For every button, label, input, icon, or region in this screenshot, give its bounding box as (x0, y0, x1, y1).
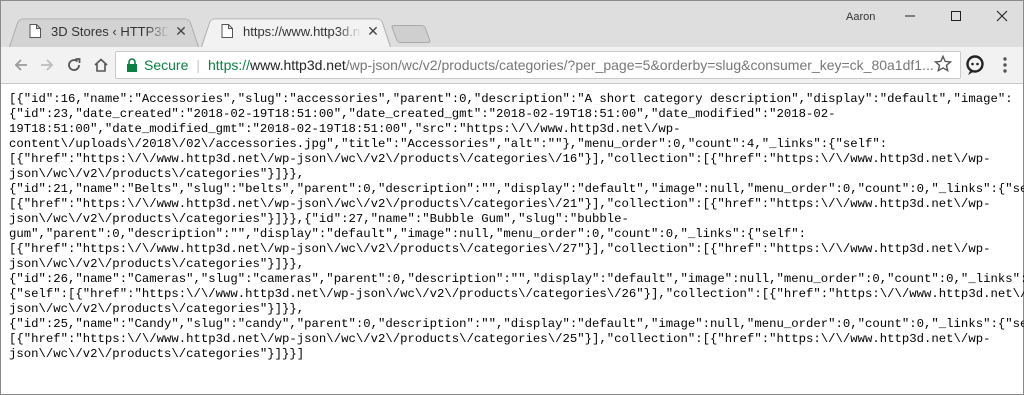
tab-json[interactable]: https://www.http3d.net/w ✕ (201, 15, 391, 47)
divider: | (196, 57, 200, 73)
close-window-button[interactable] (979, 5, 1024, 27)
json-line: [{"href":"https:\/\/www.http3d.net\/wp-j… (9, 242, 991, 256)
json-line: [{"id":16,"name":"Accessories","slug":"a… (9, 92, 1013, 106)
json-response: [{"id":16,"name":"Accessories","slug":"a… (1, 84, 1024, 362)
tab-title: 3D Stores ‹ HTTP3D Inc. – (51, 23, 169, 39)
page-icon (29, 24, 41, 38)
reload-icon (68, 58, 81, 71)
json-line: json\/wc\/v2\/products\/categories"}]}}, (9, 302, 305, 316)
json-line: [{"href":"https:\/\/www.http3d.net\/wp-j… (9, 197, 991, 211)
json-line: json\/wc\/v2\/products\/categories"}]}}, (9, 257, 305, 271)
page-icon (221, 24, 233, 38)
minimize-button[interactable] (887, 5, 933, 27)
new-tab-button[interactable] (390, 25, 432, 43)
page-content: [{"id":16,"name":"Accessories","slug":"a… (1, 84, 1024, 394)
address-bar[interactable]: Secure | https://www.http3d.net/wp-json/… (115, 51, 961, 79)
url-text: https://www.http3d.net/wp-json/wc/v2/pro… (208, 57, 934, 73)
json-line: json\/wc\/v2\/products\/categories"}]}}] (9, 347, 305, 361)
secure-label: Secure (144, 57, 189, 73)
close-icon (996, 10, 1008, 22)
json-line: {"self":[{"href":"https:\/\/www.http3d.n… (9, 287, 1024, 301)
url-path: /wp-json/wc/v2/products/categories/?per_… (345, 57, 934, 73)
maximize-icon (951, 11, 961, 21)
extension-icon[interactable] (963, 53, 987, 77)
star-icon[interactable] (933, 54, 953, 74)
browser-window: 3D Stores ‹ HTTP3D Inc. – ✕ https://www.… (0, 0, 1024, 395)
forward-icon (41, 59, 54, 71)
minimize-icon (905, 15, 915, 17)
maximize-button[interactable] (933, 5, 979, 27)
json-line: json\/wc\/v2\/products\/categories"}]}}, (9, 167, 305, 181)
json-line: content\/uploads\/2018\/02\/accessories.… (9, 137, 888, 151)
profile-name[interactable]: Aaron (846, 11, 875, 23)
forward-button[interactable] (35, 53, 59, 77)
url-host: www.http3d.net (250, 57, 346, 73)
json-line: {"id":26,"name":"Cameras","slug":"camera… (9, 272, 1024, 286)
menu-icon[interactable] (997, 55, 1013, 75)
json-line: json\/wc\/v2\/products\/categories"}]}},… (9, 212, 629, 226)
lock-icon (127, 58, 137, 72)
reload-button[interactable] (62, 53, 86, 77)
back-icon (14, 59, 27, 71)
json-line: {"id":25,"name":"Candy","slug":"candy","… (9, 317, 1024, 331)
back-button[interactable] (9, 53, 33, 77)
tab-strip: 3D Stores ‹ HTTP3D Inc. – ✕ https://www.… (1, 1, 1023, 47)
json-line: [{"href":"https:\/\/www.http3d.net\/wp-j… (9, 332, 991, 346)
tab-3d-stores[interactable]: 3D Stores ‹ HTTP3D Inc. – ✕ (9, 15, 199, 47)
json-line: 19T18:51:00","date_modified_gmt":"2018-0… (9, 122, 681, 136)
json-line: {"id":23,"date_created":"2018-02-19T18:5… (9, 107, 836, 121)
close-icon[interactable]: ✕ (365, 23, 381, 40)
url-scheme: https:// (208, 57, 251, 73)
json-line: gum","parent":0,"description":"","displa… (9, 227, 806, 241)
close-icon[interactable]: ✕ (173, 23, 189, 40)
home-icon (94, 58, 108, 72)
toolbar: Secure | https://www.http3d.net/wp-json/… (1, 47, 1023, 84)
json-line: {"id":21,"name":"Belts","slug":"belts","… (9, 182, 1024, 196)
json-line: [{"href":"https:\/\/www.http3d.net\/wp-j… (9, 152, 991, 166)
tab-title: https://www.http3d.net/w (243, 23, 361, 39)
home-button[interactable] (89, 53, 113, 77)
